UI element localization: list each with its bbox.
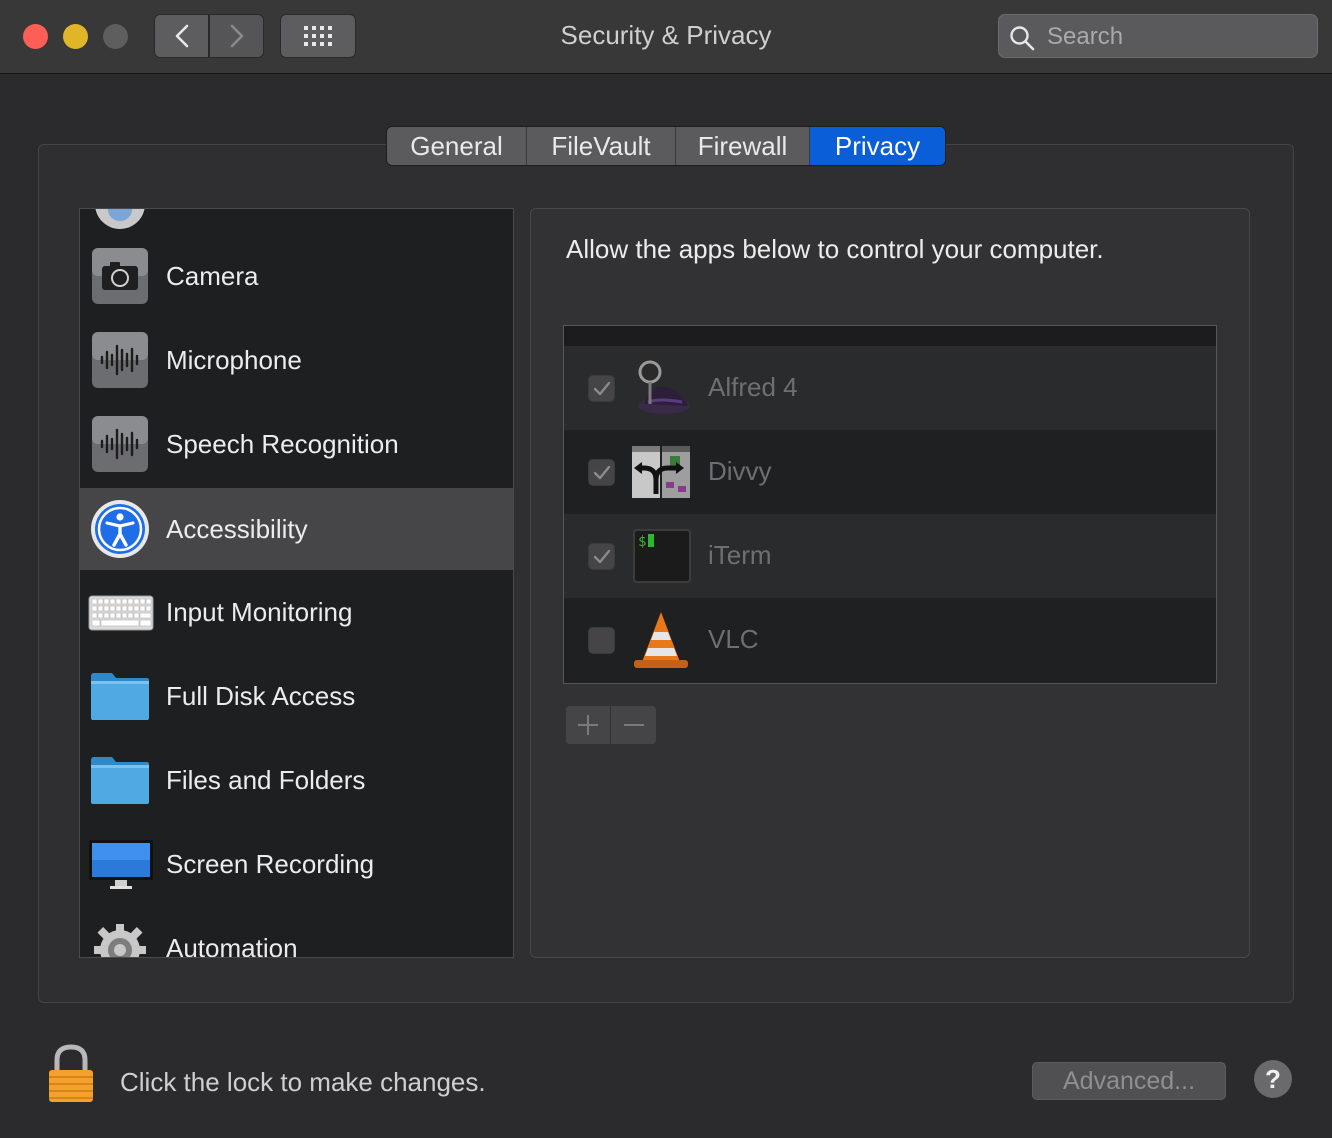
- svg-text:$: $: [638, 534, 646, 550]
- lock-icon[interactable]: [46, 1044, 96, 1104]
- sidebar-item-input-monitoring[interactable]: Input Monitoring: [80, 571, 513, 653]
- folder-icon: [91, 673, 149, 720]
- search-input[interactable]: [1045, 21, 1309, 53]
- sidebar-item-label: Microphone: [166, 344, 302, 375]
- search-field[interactable]: [998, 14, 1318, 58]
- advanced-button[interactable]: Advanced...: [1032, 1062, 1226, 1100]
- app-row-divvy[interactable]: Divvy: [564, 430, 1216, 514]
- sidebar-item-label: Input Monitoring: [166, 596, 353, 627]
- help-button[interactable]: ?: [1254, 1060, 1292, 1098]
- sidebar-item-speech-recognition[interactable]: Speech Recognition: [80, 403, 513, 485]
- remove-app-button[interactable]: [611, 706, 656, 744]
- vlc-icon: [634, 612, 688, 668]
- sidebar-item-files-and-folders[interactable]: Files and Folders: [80, 739, 513, 821]
- app-name: Divvy: [708, 456, 772, 486]
- accessibility-icon: [91, 500, 149, 558]
- app-checkbox[interactable]: [588, 375, 615, 402]
- privacy-category-list[interactable]: Camera Microphone Speech Recognition Acc…: [79, 208, 514, 958]
- display-icon: [89, 840, 153, 889]
- sidebar-item-camera[interactable]: Camera: [80, 235, 513, 317]
- location-services-icon: [95, 209, 145, 229]
- app-row-iterm[interactable]: $ iTerm: [564, 514, 1216, 598]
- list-header: [564, 326, 1216, 346]
- checkmark-icon: [593, 549, 610, 563]
- search-icon: [1010, 26, 1035, 51]
- add-app-button[interactable]: [566, 706, 611, 744]
- minus-icon: [623, 724, 644, 726]
- tab-firewall[interactable]: Firewall: [676, 127, 810, 165]
- alfred-icon: [638, 360, 690, 414]
- iterm-icon: $: [633, 529, 691, 583]
- sidebar-item-screen-recording[interactable]: Screen Recording: [80, 823, 513, 905]
- tab-filevault[interactable]: FileVault: [527, 127, 676, 165]
- title-bar: Security & Privacy: [0, 0, 1332, 74]
- checkmark-icon: [593, 465, 610, 479]
- app-checkbox[interactable]: [588, 627, 615, 654]
- app-row-vlc[interactable]: VLC: [564, 598, 1216, 682]
- app-checkbox[interactable]: [588, 543, 615, 570]
- sidebar-item-label: Full Disk Access: [166, 680, 356, 711]
- keyboard-icon: [88, 595, 154, 631]
- sidebar-item-label: Screen Recording: [166, 848, 375, 879]
- sidebar-item-accessibility[interactable]: Accessibility: [80, 488, 513, 570]
- lock-message: Click the lock to make changes.: [120, 1067, 486, 1097]
- microphone-icon: [92, 332, 148, 388]
- sidebar-item-label: Automation: [166, 932, 298, 958]
- speech-recognition-icon: [92, 416, 148, 472]
- plus-icon: [578, 715, 598, 735]
- app-name: iTerm: [708, 540, 772, 570]
- sidebar-item-label: Accessibility: [166, 513, 308, 544]
- camera-icon: [92, 248, 148, 304]
- folder-icon: [91, 757, 149, 804]
- divvy-icon: [632, 446, 690, 498]
- app-checkbox[interactable]: [588, 459, 615, 486]
- add-remove-control: [566, 706, 656, 744]
- sidebar-item-label: Speech Recognition: [166, 428, 399, 459]
- gear-icon: [94, 924, 146, 957]
- tab-privacy[interactable]: Privacy: [810, 127, 945, 165]
- sidebar-item-full-disk-access[interactable]: Full Disk Access: [80, 655, 513, 737]
- tab-general[interactable]: General: [387, 127, 527, 165]
- app-row-alfred[interactable]: Alfred 4: [564, 346, 1216, 430]
- sidebar-item-label: Camera: [166, 260, 259, 291]
- tab-bar: General FileVault Firewall Privacy: [386, 126, 946, 166]
- checkmark-icon: [593, 381, 610, 395]
- sidebar-item-automation[interactable]: Automation: [80, 907, 513, 958]
- app-list[interactable]: Alfred 4 Divvy $ iTerm VLC: [563, 325, 1217, 684]
- sidebar-item-microphone[interactable]: Microphone: [80, 319, 513, 401]
- app-name: Alfred 4: [708, 372, 798, 402]
- pane-description: Allow the apps below to control your com…: [566, 234, 1104, 264]
- app-name: VLC: [708, 624, 759, 654]
- sidebar-item-label: Files and Folders: [166, 764, 366, 795]
